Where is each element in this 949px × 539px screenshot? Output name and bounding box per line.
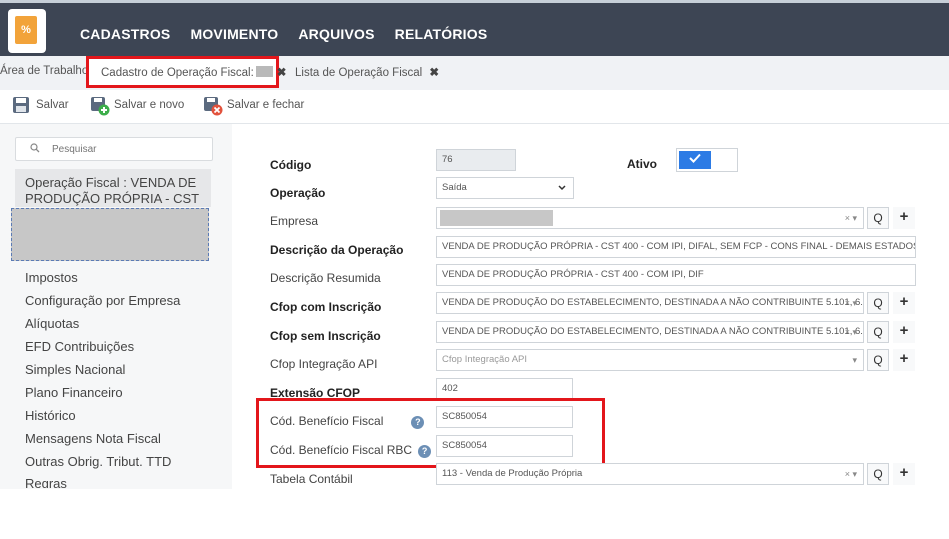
tabela-value: 113 - Venda de Produção Própria: [442, 468, 583, 479]
search-icon: [30, 143, 40, 156]
page-bottom: [0, 489, 949, 539]
sidebar-search[interactable]: [15, 137, 213, 161]
cfop-com-value: VENDA DE PRODUÇÃO DO ESTABELECIMENTO, DE…: [442, 297, 864, 308]
tab-lista-operacao-fiscal[interactable]: Lista de Operação Fiscal ✖: [295, 65, 439, 79]
resumida-field[interactable]: VENDA DE PRODUÇÃO PRÓPRIA - CST 400 - CO…: [436, 264, 916, 286]
sidebar-item-impostos[interactable]: Impostos: [25, 270, 78, 285]
save-new-button[interactable]: Salvar e novo: [90, 96, 185, 116]
operacao-label: Operação: [270, 186, 326, 200]
sidebar-item-operacao-fiscal[interactable]: Operação Fiscal : VENDA DE PRODUÇÃO PRÓP…: [15, 169, 211, 207]
sidebar-item-regras[interactable]: Regras: [25, 476, 67, 488]
close-icon[interactable]: ✖: [429, 67, 439, 79]
descricao-label: Descrição da Operação: [270, 243, 404, 257]
tabela-add-button[interactable]: +: [893, 463, 915, 485]
cfop-sem-label: Cfop sem Inscrição: [270, 329, 381, 343]
close-icon[interactable]: ✖: [277, 67, 287, 79]
search-icon: Q: [873, 325, 883, 339]
cfop-api-label: Cfop Integração API: [270, 357, 378, 371]
operacao-value: Saída: [442, 182, 467, 193]
tab-cadastro-operacao-fiscal[interactable]: Cadastro de Operação Fiscal: ✖: [86, 56, 286, 88]
tab-label: Lista de Operação Fiscal: [295, 67, 423, 79]
codigo-label: Código: [270, 158, 312, 172]
plus-icon: +: [899, 208, 909, 225]
operacao-select[interactable]: Saída: [436, 177, 574, 199]
cfop-api-add-button[interactable]: +: [893, 349, 915, 371]
plus-icon: +: [899, 322, 909, 339]
plus-icon: +: [899, 350, 909, 367]
search-icon: Q: [873, 467, 883, 481]
chevron-down-icon: [557, 178, 567, 198]
cfop-sem-add-button[interactable]: +: [893, 321, 915, 343]
redacted-chip: [255, 66, 273, 77]
extensao-label: Extensão CFOP: [270, 386, 361, 397]
sidebar-item-aliquotas[interactable]: Alíquotas: [25, 316, 79, 331]
sidebar: Operação Fiscal : VENDA DE PRODUÇÃO PRÓP…: [0, 124, 232, 539]
resumida-label: Descrição Resumida: [270, 271, 381, 285]
tabela-select[interactable]: 113 - Venda de Produção Própria × ▾: [436, 463, 864, 485]
save-close-icon: [203, 96, 223, 116]
floppy-disk-icon: [12, 96, 30, 114]
cfop-com-add-button[interactable]: +: [893, 292, 915, 314]
empresa-select[interactable]: × ▾: [436, 207, 864, 229]
save-add-icon: [90, 96, 110, 116]
cfop-api-placeholder: Cfop Integração API: [442, 354, 528, 365]
save-close-button[interactable]: Salvar e fechar: [203, 96, 305, 116]
sidebar-item-outras-obrig[interactable]: Outras Obrig. Tribut. TTD: [25, 454, 171, 469]
save-close-label: Salvar e fechar: [227, 99, 305, 111]
redacted-block: [11, 208, 209, 261]
redacted-chip: [440, 210, 553, 226]
checkmark-icon: [679, 151, 711, 169]
extensao-field[interactable]: 402: [436, 378, 573, 400]
save-new-label: Salvar e novo: [114, 99, 185, 111]
menu-relatorios[interactable]: RELATÓRIOS: [395, 26, 488, 42]
ativo-label: Ativo: [627, 157, 657, 171]
sidebar-item-historico[interactable]: Histórico: [25, 408, 76, 423]
plus-icon: +: [899, 464, 909, 481]
clear-dropdown-icon[interactable]: × ▾: [845, 322, 857, 342]
search-icon: Q: [873, 211, 883, 225]
empresa-add-button[interactable]: +: [893, 207, 915, 229]
save-label: Salvar: [36, 99, 69, 111]
sidebar-item-configuracao-empresa[interactable]: Configuração por Empresa: [25, 293, 180, 308]
tabela-search-button[interactable]: Q: [867, 463, 889, 485]
cfop-sem-select[interactable]: VENDA DE PRODUÇÃO DO ESTABELECIMENTO, DE…: [436, 321, 864, 343]
tab-area-de-trabalho[interactable]: Área de Trabalho: [0, 65, 88, 77]
cfop-com-label: Cfop com Inscrição: [270, 300, 382, 314]
search-icon: Q: [873, 296, 883, 310]
chevron-down-icon[interactable]: ▾: [852, 350, 857, 370]
sidebar-item-simples-nacional[interactable]: Simples Nacional: [25, 362, 125, 377]
cfop-com-select[interactable]: VENDA DE PRODUÇÃO DO ESTABELECIMENTO, DE…: [436, 292, 864, 314]
sidebar-item-mensagens-nota-fiscal[interactable]: Mensagens Nota Fiscal: [25, 431, 161, 446]
clear-dropdown-icon[interactable]: × ▾: [845, 208, 857, 228]
search-input[interactable]: [52, 141, 202, 157]
tabela-label: Tabela Contábil: [270, 472, 353, 486]
app-logo[interactable]: %: [8, 9, 46, 53]
highlight-box: [256, 398, 605, 468]
plus-icon: +: [899, 293, 909, 310]
menu-cadastros[interactable]: CADASTROS: [80, 26, 170, 42]
codigo-field[interactable]: 76: [436, 149, 516, 171]
menu-arquivos[interactable]: ARQUIVOS: [298, 26, 374, 42]
cfop-sem-value: VENDA DE PRODUÇÃO DO ESTABELECIMENTO, DE…: [442, 326, 864, 337]
search-icon: Q: [873, 353, 883, 367]
descricao-field[interactable]: VENDA DE PRODUÇÃO PRÓPRIA - CST 400 - CO…: [436, 236, 916, 258]
cfop-sem-search-button[interactable]: Q: [867, 321, 889, 343]
toolbar: Salvar Salvar e novo Salvar e fechar: [0, 90, 949, 124]
clear-dropdown-icon[interactable]: × ▾: [845, 293, 857, 313]
ativo-toggle[interactable]: [676, 148, 738, 172]
cfop-com-search-button[interactable]: Q: [867, 292, 889, 314]
empresa-search-button[interactable]: Q: [867, 207, 889, 229]
sidebar-item-efd-contribuicoes[interactable]: EFD Contribuições: [25, 339, 134, 354]
cfop-api-select[interactable]: Cfop Integração API ▾: [436, 349, 864, 371]
save-button[interactable]: Salvar: [12, 96, 69, 114]
main-menu: CADASTROS MOVIMENTO ARQUIVOS RELATÓRIOS: [80, 26, 507, 42]
tab-label: Cadastro de Operação Fiscal:: [101, 67, 254, 79]
percent-document-icon: %: [15, 16, 37, 44]
cfop-api-search-button[interactable]: Q: [867, 349, 889, 371]
sidebar-item-plano-financeiro[interactable]: Plano Financeiro: [25, 385, 123, 400]
menu-movimento[interactable]: MOVIMENTO: [190, 26, 278, 42]
empresa-label: Empresa: [270, 214, 319, 228]
clear-dropdown-icon[interactable]: × ▾: [845, 464, 857, 484]
